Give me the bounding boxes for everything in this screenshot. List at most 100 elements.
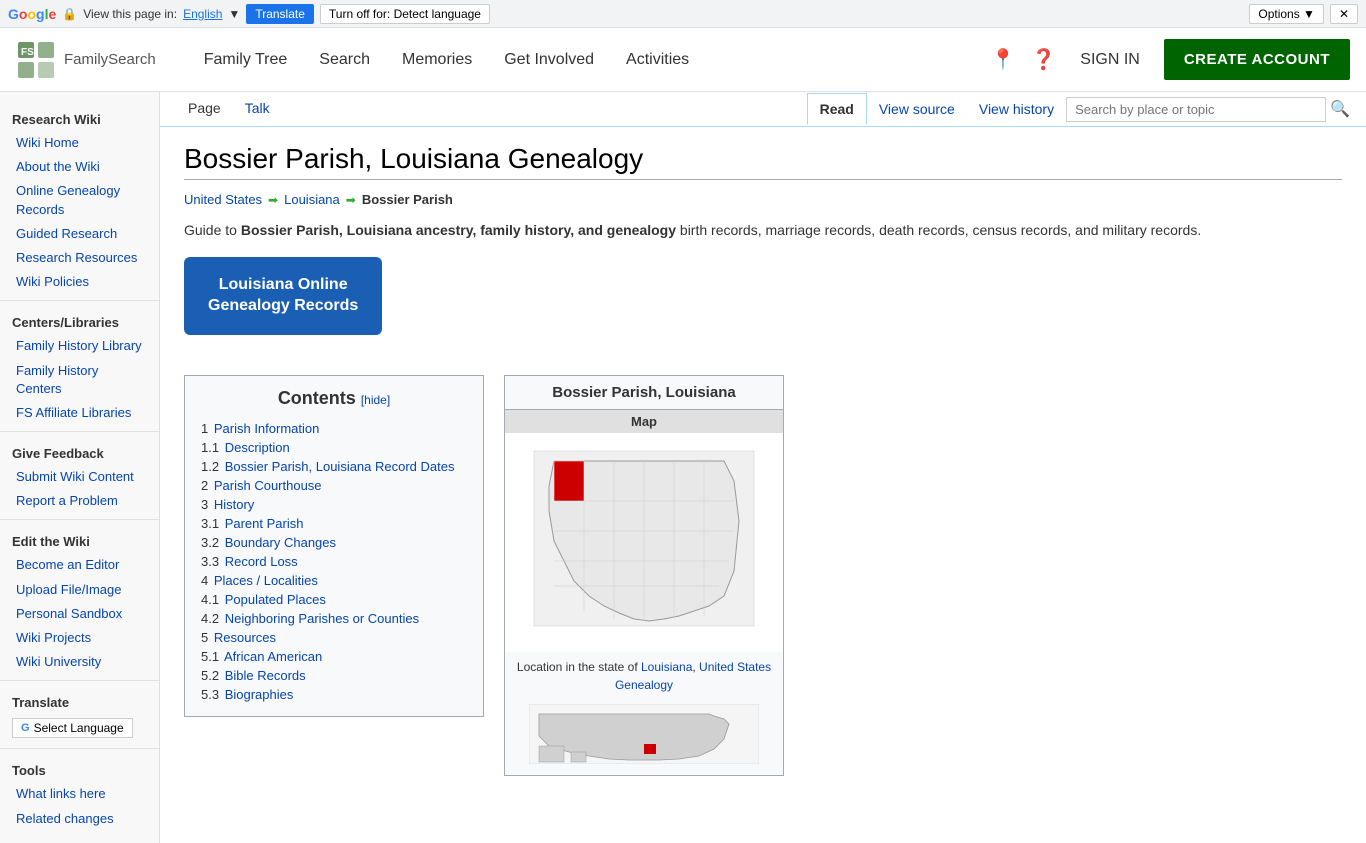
sidebar-section-edit-wiki: Edit the Wiki <box>0 526 159 553</box>
article-body: Bossier Parish, Louisiana Genealogy Unit… <box>160 127 1366 792</box>
la-records-button[interactable]: Louisiana OnlineGenealogy Records <box>184 257 382 335</box>
toc-link-places[interactable]: Places / Localities <box>214 573 318 588</box>
nav-actions: 📍 ❓ SIGN IN CREATE ACCOUNT <box>990 39 1350 80</box>
toc-item-3: 3 History <box>201 495 467 514</box>
sidebar-item-about-wiki[interactable]: About the Wiki <box>0 155 159 179</box>
wiki-search-button[interactable]: 🔍 <box>1330 99 1350 119</box>
contents-hide-link[interactable]: [hide] <box>361 393 390 407</box>
intro-suffix: birth records, marriage records, death r… <box>676 222 1201 238</box>
toc-item-2: 2 Parish Courthouse <box>201 476 467 495</box>
toc-item-4-2: 4.2 Neighboring Parishes or Counties <box>201 609 467 628</box>
toc-link-record-loss[interactable]: Record Loss <box>225 554 298 569</box>
toc-item-3-1: 3.1 Parent Parish <box>201 514 467 533</box>
sidebar-item-fs-affiliate[interactable]: FS Affiliate Libraries <box>0 401 159 425</box>
sidebar-item-upload-file[interactable]: Upload File/Image <box>0 578 159 602</box>
sidebar-item-submit-wiki[interactable]: Submit Wiki Content <box>0 465 159 489</box>
toc-link-biographies[interactable]: Biographies <box>225 687 294 702</box>
us-map-area <box>505 700 783 775</box>
sidebar-item-wiki-university[interactable]: Wiki University <box>0 650 159 674</box>
view-page-text: View this page in: <box>83 7 177 21</box>
sidebar-item-related-changes[interactable]: Related changes <box>0 807 159 831</box>
contents-list: 1 Parish Information 1.1 Description 1.2… <box>201 419 467 704</box>
toc-link-courthouse[interactable]: Parish Courthouse <box>214 478 322 493</box>
sidebar-item-family-history-library[interactable]: Family History Library <box>0 334 159 358</box>
map-caption: Location in the state of Louisiana, Unit… <box>505 652 783 700</box>
tab-page[interactable]: Page <box>176 92 233 126</box>
breadcrumb-louisiana[interactable]: Louisiana <box>284 192 340 207</box>
sidebar-item-online-genealogy[interactable]: Online Genealogy Records <box>0 179 159 221</box>
toc-link-boundary-changes[interactable]: Boundary Changes <box>225 535 336 550</box>
intro-prefix: Guide to <box>184 222 241 238</box>
nav-search[interactable]: Search <box>303 28 386 92</box>
nav-activities[interactable]: Activities <box>610 28 705 92</box>
tab-view-history[interactable]: View history <box>967 93 1066 125</box>
breadcrumb-us[interactable]: United States <box>184 192 262 207</box>
main-nav: FS FamilySearch Family Tree Search Memor… <box>0 28 1366 92</box>
options-button[interactable]: Options ▼ <box>1249 4 1324 24</box>
breadcrumb-arrow-2: ➡ <box>346 193 356 207</box>
sidebar-section-research-wiki: Research Wiki <box>0 104 159 131</box>
toc-link-parent-parish[interactable]: Parent Parish <box>225 516 304 531</box>
toc-item-1: 1 Parish Information <box>201 419 467 438</box>
sidebar-item-family-history-centers[interactable]: Family History Centers <box>0 359 159 401</box>
breadcrumb: United States ➡ Louisiana ➡ Bossier Pari… <box>184 192 1342 207</box>
tab-talk[interactable]: Talk <box>233 92 282 126</box>
us-map <box>529 704 759 764</box>
wiki-search-input[interactable] <box>1066 97 1326 122</box>
create-account-button[interactable]: CREATE ACCOUNT <box>1164 39 1350 80</box>
contents-title: Contents [hide] <box>201 388 467 409</box>
tab-read[interactable]: Read <box>807 93 867 125</box>
familysearch-logo: FS <box>16 40 56 80</box>
nav-family-tree[interactable]: Family Tree <box>188 28 304 92</box>
article-intro: Guide to Bossier Parish, Louisiana ances… <box>184 219 1342 241</box>
toc-link-record-dates[interactable]: Bossier Parish, Louisiana Record Dates <box>225 459 455 474</box>
sidebar-item-research-resources[interactable]: Research Resources <box>0 246 159 270</box>
sidebar-item-guided-research[interactable]: Guided Research <box>0 222 159 246</box>
sidebar-item-wiki-policies[interactable]: Wiki Policies <box>0 270 159 294</box>
page-layout: Research Wiki Wiki Home About the Wiki O… <box>0 92 1366 843</box>
nav-memories[interactable]: Memories <box>386 28 488 92</box>
sidebar-item-what-links[interactable]: What links here <box>0 782 159 806</box>
select-language-button[interactable]: G Select Language <box>12 718 133 738</box>
breadcrumb-arrow-1: ➡ <box>268 193 278 207</box>
main-content: Page Talk Read View source View history … <box>160 92 1366 843</box>
nav-get-involved[interactable]: Get Involved <box>488 28 610 92</box>
toc-link-description[interactable]: Description <box>225 440 290 455</box>
google-logo: Google <box>8 6 56 22</box>
toc-link-neighboring[interactable]: Neighboring Parishes or Counties <box>225 611 419 626</box>
search-box-area: 🔍 <box>1066 97 1350 122</box>
sign-in-button[interactable]: SIGN IN <box>1072 43 1148 77</box>
tab-view-source[interactable]: View source <box>867 93 967 125</box>
toc-link-resources[interactable]: Resources <box>214 630 276 645</box>
svg-text:FS: FS <box>21 47 34 58</box>
logo-text: FamilySearch <box>64 51 156 68</box>
sidebar-item-wiki-projects[interactable]: Wiki Projects <box>0 626 159 650</box>
sidebar-item-report-problem[interactable]: Report a Problem <box>0 489 159 513</box>
sidebar: Research Wiki Wiki Home About the Wiki O… <box>0 92 160 843</box>
sidebar-item-wiki-home[interactable]: Wiki Home <box>0 131 159 155</box>
turn-off-button[interactable]: Turn off for: Detect language <box>320 4 490 24</box>
translate-button[interactable]: Translate <box>246 4 314 24</box>
contents-area: Contents [hide] 1 Parish Information 1.1… <box>184 375 1342 776</box>
toc-link-parish-info[interactable]: Parish Information <box>214 421 320 436</box>
sidebar-section-centers: Centers/Libraries <box>0 307 159 334</box>
sidebar-item-become-editor[interactable]: Become an Editor <box>0 553 159 577</box>
toc-item-5: 5 Resources <box>201 628 467 647</box>
language-link[interactable]: English <box>183 7 222 21</box>
sidebar-section-feedback: Give Feedback <box>0 438 159 465</box>
lock-icon: 🔒 <box>62 7 77 21</box>
close-translate-button[interactable]: ✕ <box>1330 4 1358 24</box>
map-box-title: Bossier Parish, Louisiana <box>505 376 783 410</box>
toc-link-bible-records[interactable]: Bible Records <box>225 668 306 683</box>
help-icon[interactable]: ❓ <box>1031 47 1056 72</box>
toc-link-history[interactable]: History <box>214 497 254 512</box>
toc-item-4: 4 Places / Localities <box>201 571 467 590</box>
sidebar-item-personal-sandbox[interactable]: Personal Sandbox <box>0 602 159 626</box>
toc-link-populated-places[interactable]: Populated Places <box>225 592 326 607</box>
map-box-subtitle: Map <box>505 410 783 433</box>
map-box: Bossier Parish, Louisiana Map <box>504 375 784 776</box>
location-icon[interactable]: 📍 <box>990 47 1015 72</box>
sidebar-section-tools: Tools <box>0 755 159 782</box>
toc-link-african-american[interactable]: African American <box>224 649 322 664</box>
caption-louisiana-link[interactable]: Louisiana <box>641 660 692 674</box>
